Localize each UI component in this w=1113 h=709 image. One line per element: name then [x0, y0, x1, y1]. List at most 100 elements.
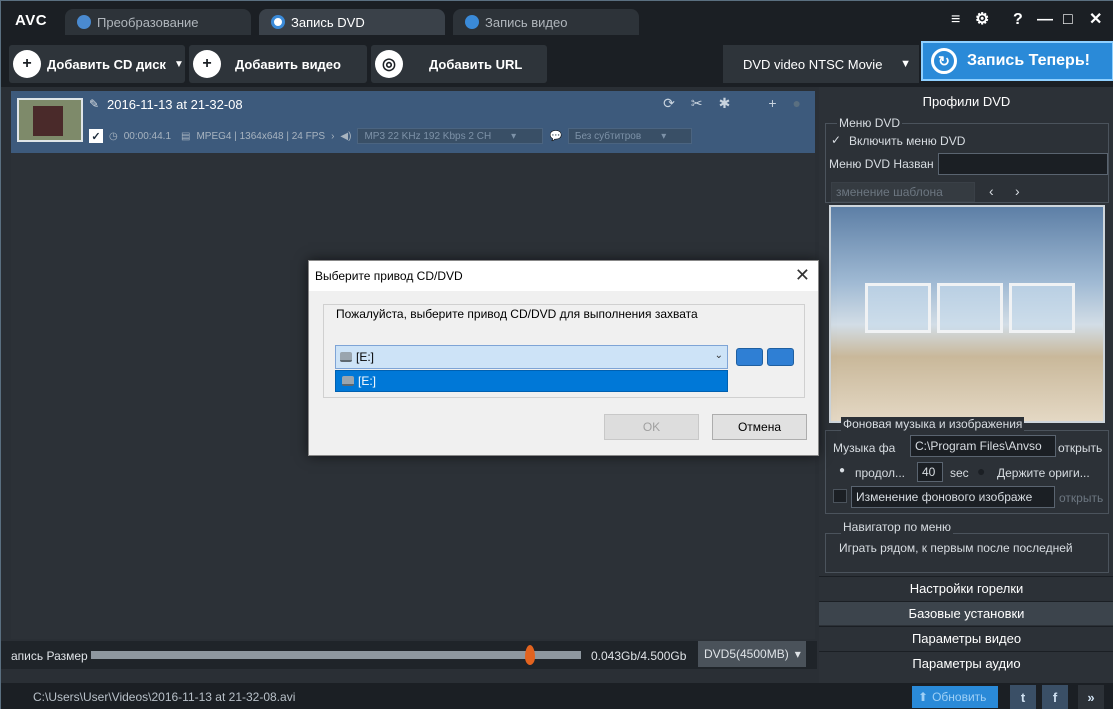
pencil-icon[interactable]: ✎ — [89, 97, 99, 111]
file-row[interactable]: ✎ 2016-11-13 at 21-32-08 ⟳ ✂ ✱ + ● ✓ ◷ 0… — [11, 91, 815, 153]
change-bg-checkbox[interactable] — [833, 489, 847, 503]
background-group-label: Фоновая музыка и изображения — [841, 417, 1025, 431]
remove-icon[interactable]: ● — [793, 95, 801, 112]
subtitle-select[interactable]: Без субтитров ▾ — [567, 128, 692, 144]
next-template-icon[interactable]: › — [1015, 183, 1020, 199]
file-name: 2016-11-13 at 21-32-08 — [107, 97, 243, 112]
speaker-icon: ◀) — [340, 130, 352, 142]
drive-option[interactable]: [E:] — [335, 370, 728, 392]
menu-group-label: Меню DVD — [837, 116, 903, 130]
drive-icon — [342, 376, 354, 386]
template-frame — [865, 283, 931, 333]
sec-label: sec — [950, 466, 969, 480]
chevron-down-icon[interactable]: ▼ — [174, 59, 184, 70]
section-audio-params[interactable]: Параметры аудио — [819, 651, 1113, 675]
menu-template-preview — [829, 205, 1105, 423]
size-label: апись Размер — [11, 649, 88, 663]
convert-icon — [77, 15, 91, 29]
add-video-button[interactable]: + Добавить видео — [189, 45, 367, 83]
plus-icon[interactable]: + — [768, 95, 776, 112]
duration-input[interactable]: 40 — [917, 462, 943, 482]
close-icon[interactable]: ✕ — [795, 265, 810, 286]
dialog-title-bar: Выберите привод CD/DVD ✕ — [309, 261, 818, 291]
template-frame — [937, 283, 1003, 333]
file-video-info: MPEG4 | 1364x648 | 24 FPS — [196, 130, 326, 142]
facebook-icon[interactable]: f — [1042, 685, 1068, 709]
app-logo: AVC — [15, 12, 48, 29]
title-bar: AVC Преобразование Запись DVD Запись вид… — [1, 1, 1113, 41]
section-basic-settings[interactable]: Базовые установки — [819, 601, 1113, 625]
disc-icon — [271, 15, 285, 29]
tab-burn-dvd[interactable]: Запись DVD — [259, 9, 445, 35]
refresh-icon: ↻ — [931, 48, 957, 74]
add-cd-button[interactable]: + Добавить CD диск ▼ — [9, 45, 185, 83]
scissors-icon[interactable]: ✂ — [691, 95, 703, 112]
drive-combobox[interactable]: [E:] ⌄ — [335, 345, 728, 369]
audio-track-select[interactable]: MP3 22 KHz 192 Kbps 2 CH ▾ — [357, 128, 544, 144]
twitter-icon[interactable]: t — [1010, 685, 1036, 709]
enable-menu-checkbox[interactable]: ✓ — [831, 133, 841, 147]
menu-name-input[interactable] — [938, 153, 1108, 175]
template-change-button[interactable]: зменение шаблона — [831, 182, 975, 202]
disc-type-select[interactable]: DVD5(4500MB) ▾ — [698, 641, 806, 667]
add-video-icon: + — [193, 50, 221, 78]
chevron-down-icon: ▾ — [511, 130, 517, 142]
template-frame — [1009, 283, 1075, 333]
change-bg-button[interactable]: Изменение фонового изображе — [851, 486, 1055, 508]
open-bg-button[interactable]: открыть — [1059, 491, 1103, 505]
chevron-down-icon: ▾ — [661, 130, 667, 142]
open-music-button[interactable]: открыть — [1058, 441, 1102, 455]
tab-convert[interactable]: Преобразование — [65, 9, 251, 35]
chevron-right-icon: › — [331, 130, 335, 142]
file-meta: ✓ ◷ 00:00:44.1 ▤ MPEG4 | 1364x648 | 24 F… — [89, 128, 692, 144]
size-marker[interactable] — [525, 645, 535, 665]
status-file-path: C:\Users\User\Videos\2016-11-13 at 21-32… — [33, 690, 296, 704]
file-duration: 00:00:44.1 — [123, 130, 171, 142]
dialog-prompt: Пожалуйста, выберите привод CD/DVD для в… — [333, 307, 701, 321]
keep-radio[interactable]: ● — [977, 463, 985, 479]
list-icon[interactable]: ≡ — [951, 11, 960, 29]
keep-original-label: Держите ориги... — [997, 466, 1090, 480]
eject-icon[interactable] — [736, 348, 763, 366]
burn-now-button[interactable]: ↻ Запись Теперь! — [921, 41, 1113, 81]
globe-icon: ◎ — [375, 50, 403, 78]
music-path-input[interactable]: C:\Program Files\Anvso — [910, 435, 1056, 457]
music-label: Музыка фа — [833, 441, 896, 455]
tools-icon[interactable]: ✱ — [719, 95, 731, 112]
refresh-icon[interactable]: ⟳ — [663, 95, 675, 112]
section-video-params[interactable]: Параметры видео — [819, 626, 1113, 650]
navigator-group-label: Навигатор по меню — [841, 520, 954, 534]
chevron-down-icon: ▼ — [900, 58, 911, 70]
minimize-icon[interactable]: — — [1037, 11, 1053, 29]
navigator-select[interactable]: Играть рядом, к первым после последней — [839, 541, 1105, 555]
add-url-button[interactable]: ◎ Добавить URL — [371, 45, 547, 83]
ok-button[interactable]: OK — [604, 414, 699, 440]
arrow-up-icon: ⬆ — [918, 690, 929, 704]
section-burner-settings[interactable]: Настройки горелки — [819, 576, 1113, 600]
duration-radio[interactable]: ● — [839, 465, 845, 476]
menu-name-label: Меню DVD Назван — [829, 157, 934, 171]
app-window: AVC Преобразование Запись DVD Запись вид… — [0, 0, 1113, 709]
chevron-down-icon: ⌄ — [714, 350, 723, 361]
duration-label: продол... — [855, 466, 905, 480]
clock-icon: ◷ — [109, 130, 118, 142]
update-button[interactable]: ⬆ Обновить — [912, 686, 998, 708]
dialog-title: Выберите привод CD/DVD — [315, 269, 463, 283]
prev-template-icon[interactable]: ‹ — [989, 183, 994, 199]
size-track — [91, 651, 581, 659]
file-checkbox[interactable]: ✓ — [89, 129, 103, 143]
panel-title: Профили DVD — [819, 87, 1113, 115]
output-profile-select[interactable]: DVD video NTSC Movie ▼ — [723, 45, 919, 83]
expand-icon[interactable]: » — [1078, 685, 1104, 709]
drive-icon — [340, 352, 352, 362]
gear-icon[interactable]: ⚙ — [975, 11, 989, 29]
maximize-icon[interactable]: □ — [1063, 11, 1073, 29]
close-icon[interactable]: ✕ — [1089, 11, 1102, 29]
enable-menu-label: Включить меню DVD — [849, 134, 966, 148]
help-icon[interactable]: ? — [1013, 11, 1023, 29]
size-value: 0.043Gb/4.500Gb — [591, 649, 687, 663]
cancel-button[interactable]: Отмена — [712, 414, 807, 440]
play-icon — [465, 15, 479, 29]
tab-record-video[interactable]: Запись видео — [453, 9, 639, 35]
close-tray-icon[interactable] — [767, 348, 794, 366]
